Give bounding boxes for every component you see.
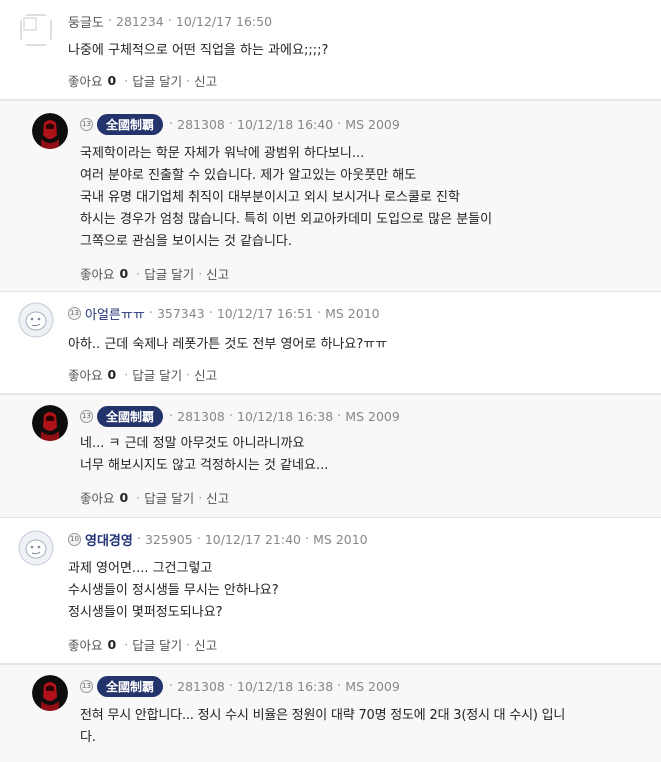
user-id: 281308 bbox=[177, 116, 225, 132]
timestamp: 10/12/18 16:40 bbox=[237, 116, 334, 132]
comment-body: 아하.. 근데 숙제나 레폿가튼 것도 전부 영어로 하나요?ㅠㅠ bbox=[68, 334, 661, 356]
comment-meta: 10 영대경영 · 325905 · 10/12/17 21:40 · MS 2… bbox=[68, 528, 661, 550]
report-button[interactable]: 신고 bbox=[194, 635, 217, 654]
comment-item: 13 아얼른ㅠㅠ · 357343 · 10/12/17 16:51 · MS … bbox=[0, 292, 661, 394]
avatar[interactable] bbox=[32, 113, 68, 149]
like-count: 0 bbox=[119, 489, 129, 505]
reply-item: 13 全國制覇 · 281308 · 10/12/18 16:38 · MS 2… bbox=[0, 394, 661, 518]
comment-line: 전혀 무시 안합니다... 정시 수시 비율은 정원이 대략 70명 정도에 2… bbox=[80, 708, 566, 723]
comment-line: 여러 분야로 진출할 수 있습니다. 제가 알고있는 아웃풋만 해도 bbox=[80, 168, 417, 183]
report-button[interactable]: 신고 bbox=[194, 365, 217, 384]
report-button[interactable]: 신고 bbox=[206, 264, 229, 283]
level-badge: 10 bbox=[68, 532, 81, 546]
reply-button[interactable]: 답글 달기 bbox=[144, 488, 194, 507]
avatar[interactable] bbox=[32, 675, 68, 711]
avatar[interactable] bbox=[32, 405, 68, 441]
comment-line: 정시생들이 몇퍼정도되나요? bbox=[68, 605, 223, 620]
like-count: 0 bbox=[107, 366, 117, 382]
timestamp: 10/12/18 16:38 bbox=[237, 678, 334, 694]
user-id: 281234 bbox=[116, 13, 164, 29]
avatar[interactable] bbox=[18, 12, 54, 48]
comment-line: 과제 영어면.... 그건그렇고 bbox=[68, 561, 213, 576]
comment-line: 다. bbox=[80, 730, 96, 745]
comment-line: 아하.. 근데 숙제나 레폿가튼 것도 전부 영어로 하나요?ㅠㅠ bbox=[68, 337, 388, 352]
author-nickname[interactable]: 영대경영 bbox=[85, 530, 133, 549]
timestamp: 10/12/17 21:40 bbox=[204, 531, 301, 547]
reply-button[interactable]: 답글 달기 bbox=[132, 635, 182, 654]
author-nickname[interactable]: 둥글도 bbox=[68, 12, 104, 31]
comment-item: 10 영대경영 · 325905 · 10/12/17 21:40 · MS 2… bbox=[0, 518, 661, 664]
comment-actions: 좋아요 0 · 답글 달기 · 신고 bbox=[68, 71, 218, 90]
level-badge: 13 bbox=[80, 409, 93, 423]
comment-line: 나중에 구체적으로 어떤 직업을 하는 과에요;;;;? bbox=[68, 43, 329, 58]
comment-line: 너무 해보시지도 않고 걱정하시는 것 같네요... bbox=[80, 458, 329, 473]
default-avatar-icon bbox=[18, 12, 54, 48]
class-of: MS 2010 bbox=[313, 531, 368, 547]
comment-meta: 13 全國制覇 · 281308 · 10/12/18 16:38 · MS 2… bbox=[80, 405, 661, 427]
comment-actions: 좋아요 0 · 답글 달기 · 신고 bbox=[80, 488, 230, 507]
reply-button[interactable]: 답글 달기 bbox=[144, 264, 194, 283]
class-of: MS 2010 bbox=[325, 305, 380, 321]
comment-body: 국제학이라는 학문 자체가 워낙에 광범위 하다보니... 여러 분야로 진출할… bbox=[80, 143, 661, 253]
sketch-avatar-icon bbox=[18, 302, 54, 338]
reply-button[interactable]: 답글 달기 bbox=[132, 71, 182, 90]
timestamp: 10/12/17 16:50 bbox=[175, 13, 273, 29]
avatar[interactable] bbox=[18, 302, 54, 338]
like-button[interactable]: 좋아요 bbox=[68, 365, 103, 384]
like-button[interactable]: 좋아요 bbox=[80, 264, 115, 283]
comment-body: 전혀 무시 안합니다... 정시 수시 비율은 정원이 대략 70명 정도에 2… bbox=[80, 705, 661, 749]
like-count: 0 bbox=[107, 636, 117, 652]
report-button[interactable]: 신고 bbox=[194, 71, 217, 90]
author-nickname[interactable]: 全國制覇 bbox=[97, 405, 164, 427]
comment-body: 나중에 구체적으로 어떤 직업을 하는 과에요;;;;? bbox=[68, 40, 661, 62]
comment-line: 네... ㅋ 근데 정말 아무것도 아니라니까요 bbox=[80, 436, 305, 451]
comment-line: 수시생들이 정시생들 무시는 안하나요? bbox=[68, 583, 279, 598]
reply-item: 13 全國制覇 · 281308 · 10/12/18 16:38 · MS 2… bbox=[0, 664, 661, 762]
level-badge: 13 bbox=[80, 117, 93, 131]
reply-item: 13 全國制覇 · 281308 · 10/12/18 16:40 · MS 2… bbox=[0, 100, 661, 292]
author-nickname[interactable]: 全國制覇 bbox=[97, 675, 164, 697]
comment-line: 국내 유명 대기업체 취직이 대부분이시고 외시 보시거나 로스쿨로 진학 bbox=[80, 190, 460, 205]
comment-body: 과제 영어면.... 그건그렇고 수시생들이 정시생들 무시는 안하나요? 정시… bbox=[68, 558, 661, 624]
timestamp: 10/12/17 16:51 bbox=[216, 305, 313, 321]
comment-meta: 둥글도 · 281234 · 10/12/17 16:50 bbox=[68, 12, 273, 31]
timestamp: 10/12/18 16:38 bbox=[237, 408, 334, 424]
like-count: 0 bbox=[119, 265, 129, 281]
comment-actions: 좋아요 0 · 답글 달기 · 신고 bbox=[68, 635, 218, 654]
comment-actions: 좋아요 0 · 답글 달기 · 신고 bbox=[68, 365, 218, 384]
armor-avatar-icon bbox=[32, 675, 68, 711]
report-button[interactable]: 신고 bbox=[206, 488, 229, 507]
avatar[interactable] bbox=[18, 530, 54, 566]
armor-avatar-icon bbox=[32, 113, 68, 149]
sketch-avatar-icon bbox=[18, 530, 54, 566]
like-button[interactable]: 좋아요 bbox=[80, 488, 115, 507]
comment-body: 네... ㅋ 근데 정말 아무것도 아니라니까요 너무 해보시지도 않고 걱정하… bbox=[80, 433, 661, 477]
class-of: MS 2009 bbox=[345, 116, 400, 132]
author-nickname[interactable]: 全國制覇 bbox=[97, 113, 164, 135]
author-nickname[interactable]: 아얼른ㅠㅠ bbox=[85, 304, 145, 323]
like-count: 0 bbox=[107, 72, 117, 88]
comment-meta: 13 아얼른ㅠㅠ · 357343 · 10/12/17 16:51 · MS … bbox=[68, 302, 661, 324]
like-button[interactable]: 좋아요 bbox=[68, 71, 103, 90]
comment-line: 하시는 경우가 엄청 많습니다. 특히 이번 외교아카데미 도입으로 많은 분들… bbox=[80, 212, 493, 227]
reply-button[interactable]: 답글 달기 bbox=[132, 365, 182, 384]
comment-meta: 13 全國制覇 · 281308 · 10/12/18 16:38 · MS 2… bbox=[80, 675, 661, 697]
level-badge: 13 bbox=[80, 679, 93, 693]
level-badge: 13 bbox=[68, 306, 81, 320]
user-id: 281308 bbox=[177, 408, 225, 424]
armor-avatar-icon bbox=[32, 405, 68, 441]
comment-actions: 좋아요 0 · 답글 달기 · 신고 bbox=[80, 264, 230, 283]
like-button[interactable]: 좋아요 bbox=[68, 635, 103, 654]
class-of: MS 2009 bbox=[345, 678, 400, 694]
user-id: 357343 bbox=[156, 305, 205, 321]
class-of: MS 2009 bbox=[345, 408, 400, 424]
comment-line: 그쪽으로 관심을 보이시는 것 같습니다. bbox=[80, 234, 293, 249]
comment-item: 둥글도 · 281234 · 10/12/17 16:50 나중에 구체적으로 … bbox=[0, 0, 661, 100]
comment-line: 국제학이라는 학문 자체가 워낙에 광범위 하다보니... bbox=[80, 146, 365, 161]
user-id: 281308 bbox=[177, 678, 225, 694]
comment-meta: 13 全國制覇 · 281308 · 10/12/18 16:40 · MS 2… bbox=[80, 113, 661, 135]
user-id: 325905 bbox=[144, 531, 193, 547]
